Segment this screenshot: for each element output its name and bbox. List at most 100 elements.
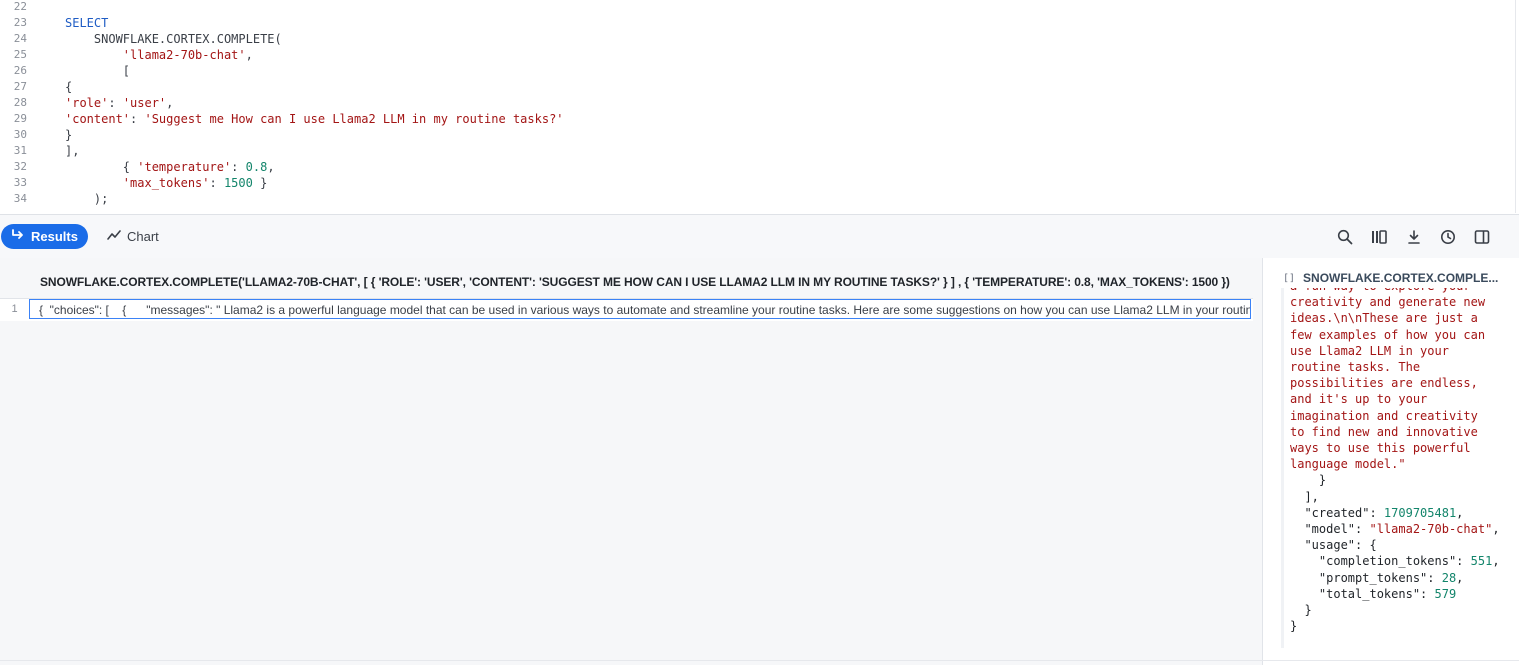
json-token: "completion_tokens":	[1290, 554, 1471, 569]
json-token: few examples of how you can	[1290, 327, 1486, 342]
code-line[interactable]: 31],	[0, 143, 1500, 159]
code-line[interactable]: 24 SNOWFLAKE.CORTEX.COMPLETE(	[0, 31, 1500, 47]
code-token: 'temperature'	[137, 160, 232, 174]
code-text: 'content': 'Suggest me How can I use Lla…	[65, 111, 564, 127]
json-token: "total_tokens":	[1290, 586, 1435, 601]
json-token: "model":	[1290, 522, 1370, 536]
array-type-icon: []	[1283, 272, 1296, 284]
code-token: SELECT	[65, 16, 109, 30]
json-line: use Llama2 LLM in your	[1290, 343, 1449, 359]
result-cell[interactable]: { "choices": [ { "messages": " Llama2 is…	[29, 299, 1251, 319]
code-line[interactable]: 33 'max_tokens': 1500 }	[0, 175, 1500, 191]
json-token: ,	[1456, 505, 1464, 520]
columns-icon[interactable]	[1369, 227, 1389, 247]
code-token: :	[108, 96, 123, 110]
json-token: 579	[1434, 586, 1457, 601]
line-number: 25	[13, 48, 27, 61]
line-number: 29	[13, 112, 27, 125]
code-token: 'max_tokens'	[122, 176, 210, 190]
chart-tab-button[interactable]: Chart	[104, 224, 177, 249]
code-text: 'max_tokens': 1500 }	[65, 175, 268, 191]
code-line[interactable]: 29 'content': 'Suggest me How can I use L…	[0, 111, 1500, 127]
code-token: {	[65, 80, 73, 94]
cell-detail-panel: [] SNOWFLAKE.CORTEX.COMPLE... a fun way …	[1262, 258, 1519, 665]
json-token: imagination and creativity	[1290, 408, 1478, 423]
json-line: "created": 1709705481,	[1290, 505, 1463, 521]
code-token: SNOWFLAKE.CORTEX.COMPLETE(	[65, 32, 282, 46]
json-token: a fun way to explore your	[1290, 288, 1471, 293]
code-token: ,	[245, 48, 253, 62]
code-token: 'user'	[122, 96, 167, 110]
return-arrow-icon	[11, 229, 25, 244]
json-line: "prompt_tokens": 28,	[1290, 570, 1464, 586]
json-token: 28	[1441, 570, 1457, 585]
json-token: ],	[1290, 489, 1319, 504]
results-tab-button[interactable]: Results	[1, 224, 88, 249]
detail-panel-header: [] SNOWFLAKE.CORTEX.COMPLE...	[1283, 271, 1498, 285]
json-line: language model."	[1290, 456, 1406, 472]
clock-icon[interactable]	[1438, 227, 1458, 247]
table-row[interactable]: 1 { "choices": [ { "messages": " Llama2 …	[0, 299, 1253, 321]
json-line: }	[1290, 472, 1326, 488]
json-line: creativity and generate new	[1290, 294, 1485, 310]
json-line: to find new and innovative	[1290, 424, 1478, 440]
code-token: ],	[65, 144, 80, 158]
code-token: :	[209, 176, 224, 190]
code-line[interactable]: 27 {	[0, 79, 1500, 95]
json-line: }	[1290, 602, 1311, 618]
code-token: 'llama2-70b-chat'	[122, 48, 246, 62]
json-token: and it's up to your	[1290, 392, 1428, 407]
json-token: use Llama2 LLM in your	[1290, 343, 1449, 358]
code-line[interactable]: 26 [	[0, 63, 1500, 79]
code-token: }	[252, 176, 268, 190]
code-line[interactable]: 30}	[0, 127, 1500, 143]
line-number: 22	[13, 0, 27, 13]
json-token: ,	[1492, 554, 1500, 569]
code-text: SELECT	[65, 15, 108, 31]
code-text: 'llama2-70b-chat',	[65, 47, 253, 63]
code-token: {	[65, 160, 138, 174]
code-text: ],	[65, 143, 79, 159]
json-token: "usage": {	[1290, 538, 1377, 553]
code-token: ,	[267, 160, 275, 174]
json-token: 1709705481	[1383, 505, 1457, 520]
json-viewer[interactable]: a fun way to explore your creativity and …	[1281, 288, 1514, 648]
json-line: ideas.\n\nThese are just a	[1290, 310, 1478, 326]
sql-editor[interactable]: 22 23 SELECT 24 SNOWFLAKE.CORTEX.COMPLETE(2…	[0, 0, 1516, 213]
code-token: 'role'	[65, 96, 109, 110]
json-token: ,	[1456, 570, 1464, 585]
code-line[interactable]: 22	[0, 0, 1500, 15]
json-token: language model."	[1290, 457, 1406, 472]
json-token: "llama2-70b-chat"	[1369, 522, 1493, 536]
download-icon[interactable]	[1404, 227, 1424, 247]
json-line: "usage": {	[1290, 537, 1377, 553]
code-line[interactable]: 25 'llama2-70b-chat',	[0, 47, 1500, 63]
line-number: 26	[13, 64, 27, 77]
results-tab-label: Results	[31, 229, 78, 244]
code-text: {	[65, 79, 72, 95]
code-line[interactable]: 23 SELECT	[0, 15, 1500, 31]
code-token: );	[65, 192, 109, 206]
split-panel-icon[interactable]	[1472, 227, 1492, 247]
json-token: possibilities are endless,	[1290, 376, 1478, 391]
json-line: routine tasks. The	[1290, 359, 1420, 375]
json-token: routine tasks. The	[1290, 360, 1421, 374]
code-line[interactable]: 34 );	[0, 191, 1500, 207]
code-line[interactable]: 28 'role': 'user',	[0, 95, 1500, 111]
json-token: "prompt_tokens":	[1290, 570, 1442, 585]
json-line: }	[1290, 618, 1297, 634]
code-token: 0.8	[245, 160, 268, 174]
status-divider	[0, 660, 1519, 661]
grid-column-header[interactable]: SNOWFLAKE.CORTEX.COMPLETE('LLAMA2-70B-CH…	[0, 266, 1253, 299]
json-token: 551	[1470, 554, 1493, 569]
search-icon[interactable]	[1335, 227, 1355, 247]
code-text: { 'temperature': 0.8,	[65, 159, 275, 175]
code-line[interactable]: 32 { 'temperature': 0.8,	[0, 159, 1500, 175]
line-number: 32	[13, 160, 27, 173]
json-token: }	[1290, 619, 1298, 634]
line-number: 28	[13, 96, 27, 109]
code-text: 'role': 'user',	[65, 95, 173, 111]
json-line: and it's up to your	[1290, 391, 1427, 407]
code-token: [	[65, 64, 131, 78]
